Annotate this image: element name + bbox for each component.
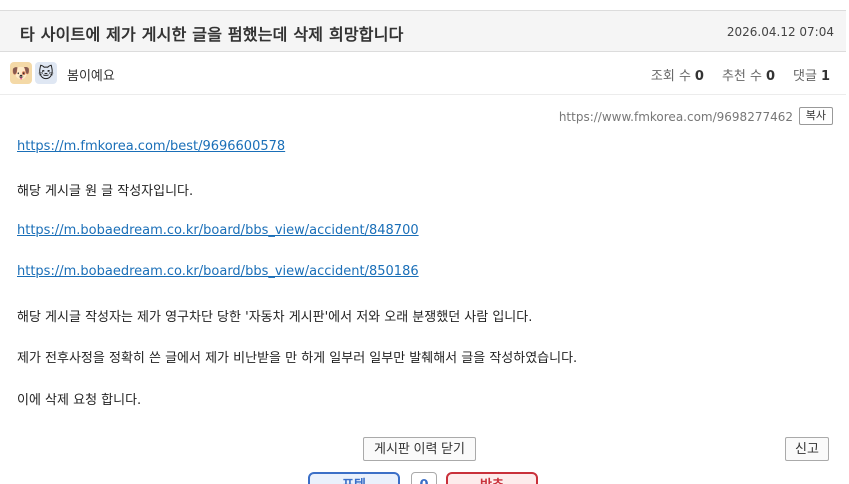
content-paragraph-1: 해당 게시글 원 글 작성자입니다. (17, 184, 194, 199)
views-count: 0 (694, 69, 704, 84)
comments-count: 1 (820, 69, 830, 84)
content-paragraph-2: 해당 게시글 작성자는 제가 영구차단 당한 '자동차 게시판'에서 저와 오래… (17, 310, 533, 325)
cat-icon: 🐱 (35, 62, 57, 84)
comments-stat[interactable]: 댓글 1 (793, 65, 830, 84)
post-stats: 조회 수0 추천 수0 댓글 1 (651, 65, 830, 84)
post-date: 2026.04.12 07:04 (726, 25, 834, 39)
views-label: 조회 수 (650, 69, 691, 84)
post-meta-row: 🐶 🐱 봄이예요 조회 수0 추천 수0 댓글 1 (0, 53, 846, 95)
author-avatars: 🐶 🐱 (10, 62, 57, 84)
post-title-bar: 타 사이트에 제가 게시한 글을 펌했는데 삭제 희망합니다 2026.04.1… (0, 10, 846, 52)
comments-label: 댓글 (793, 69, 817, 84)
vote-count: 0 (411, 472, 437, 484)
views-stat: 조회 수0 (651, 65, 704, 84)
recommends-label: 추천 수 (721, 69, 762, 84)
dog-icon: 🐶 (10, 62, 32, 84)
post-title: 타 사이트에 제가 게시한 글을 펌했는데 삭제 희망합니다 (20, 25, 404, 44)
content-paragraph-3: 제가 전후사정을 정확히 쓴 글에서 제가 비난받을 만 하게 일부러 일부만 … (17, 351, 578, 366)
history-close-button[interactable]: 게시판 이력 닫기 (363, 437, 476, 461)
content-link-fmkorea[interactable]: https://m.fmkorea.com/best/9696600578 (17, 139, 285, 154)
content-link-bobaedream-2[interactable]: https://m.bobaedream.co.kr/board/bbs_vie… (17, 264, 419, 279)
author-name[interactable]: 봄이예요 (67, 65, 115, 84)
vote-down-button[interactable]: 반추 (446, 472, 538, 484)
recommends-count: 0 (765, 69, 776, 84)
content-paragraph-4: 이에 삭제 요청 합니다. (17, 393, 142, 408)
vote-row: 포텐 0 반추 (308, 472, 548, 484)
recommends-stat: 추천 수0 (722, 65, 775, 84)
vote-up-button[interactable]: 포텐 (308, 472, 400, 484)
copy-url-button[interactable]: 복사 (798, 107, 833, 125)
content-link-bobaedream-1[interactable]: https://m.bobaedream.co.kr/board/bbs_vie… (17, 223, 419, 238)
source-url: https://www.fmkorea.com/9698277462 (558, 110, 793, 124)
report-button[interactable]: 신고 (785, 437, 829, 461)
